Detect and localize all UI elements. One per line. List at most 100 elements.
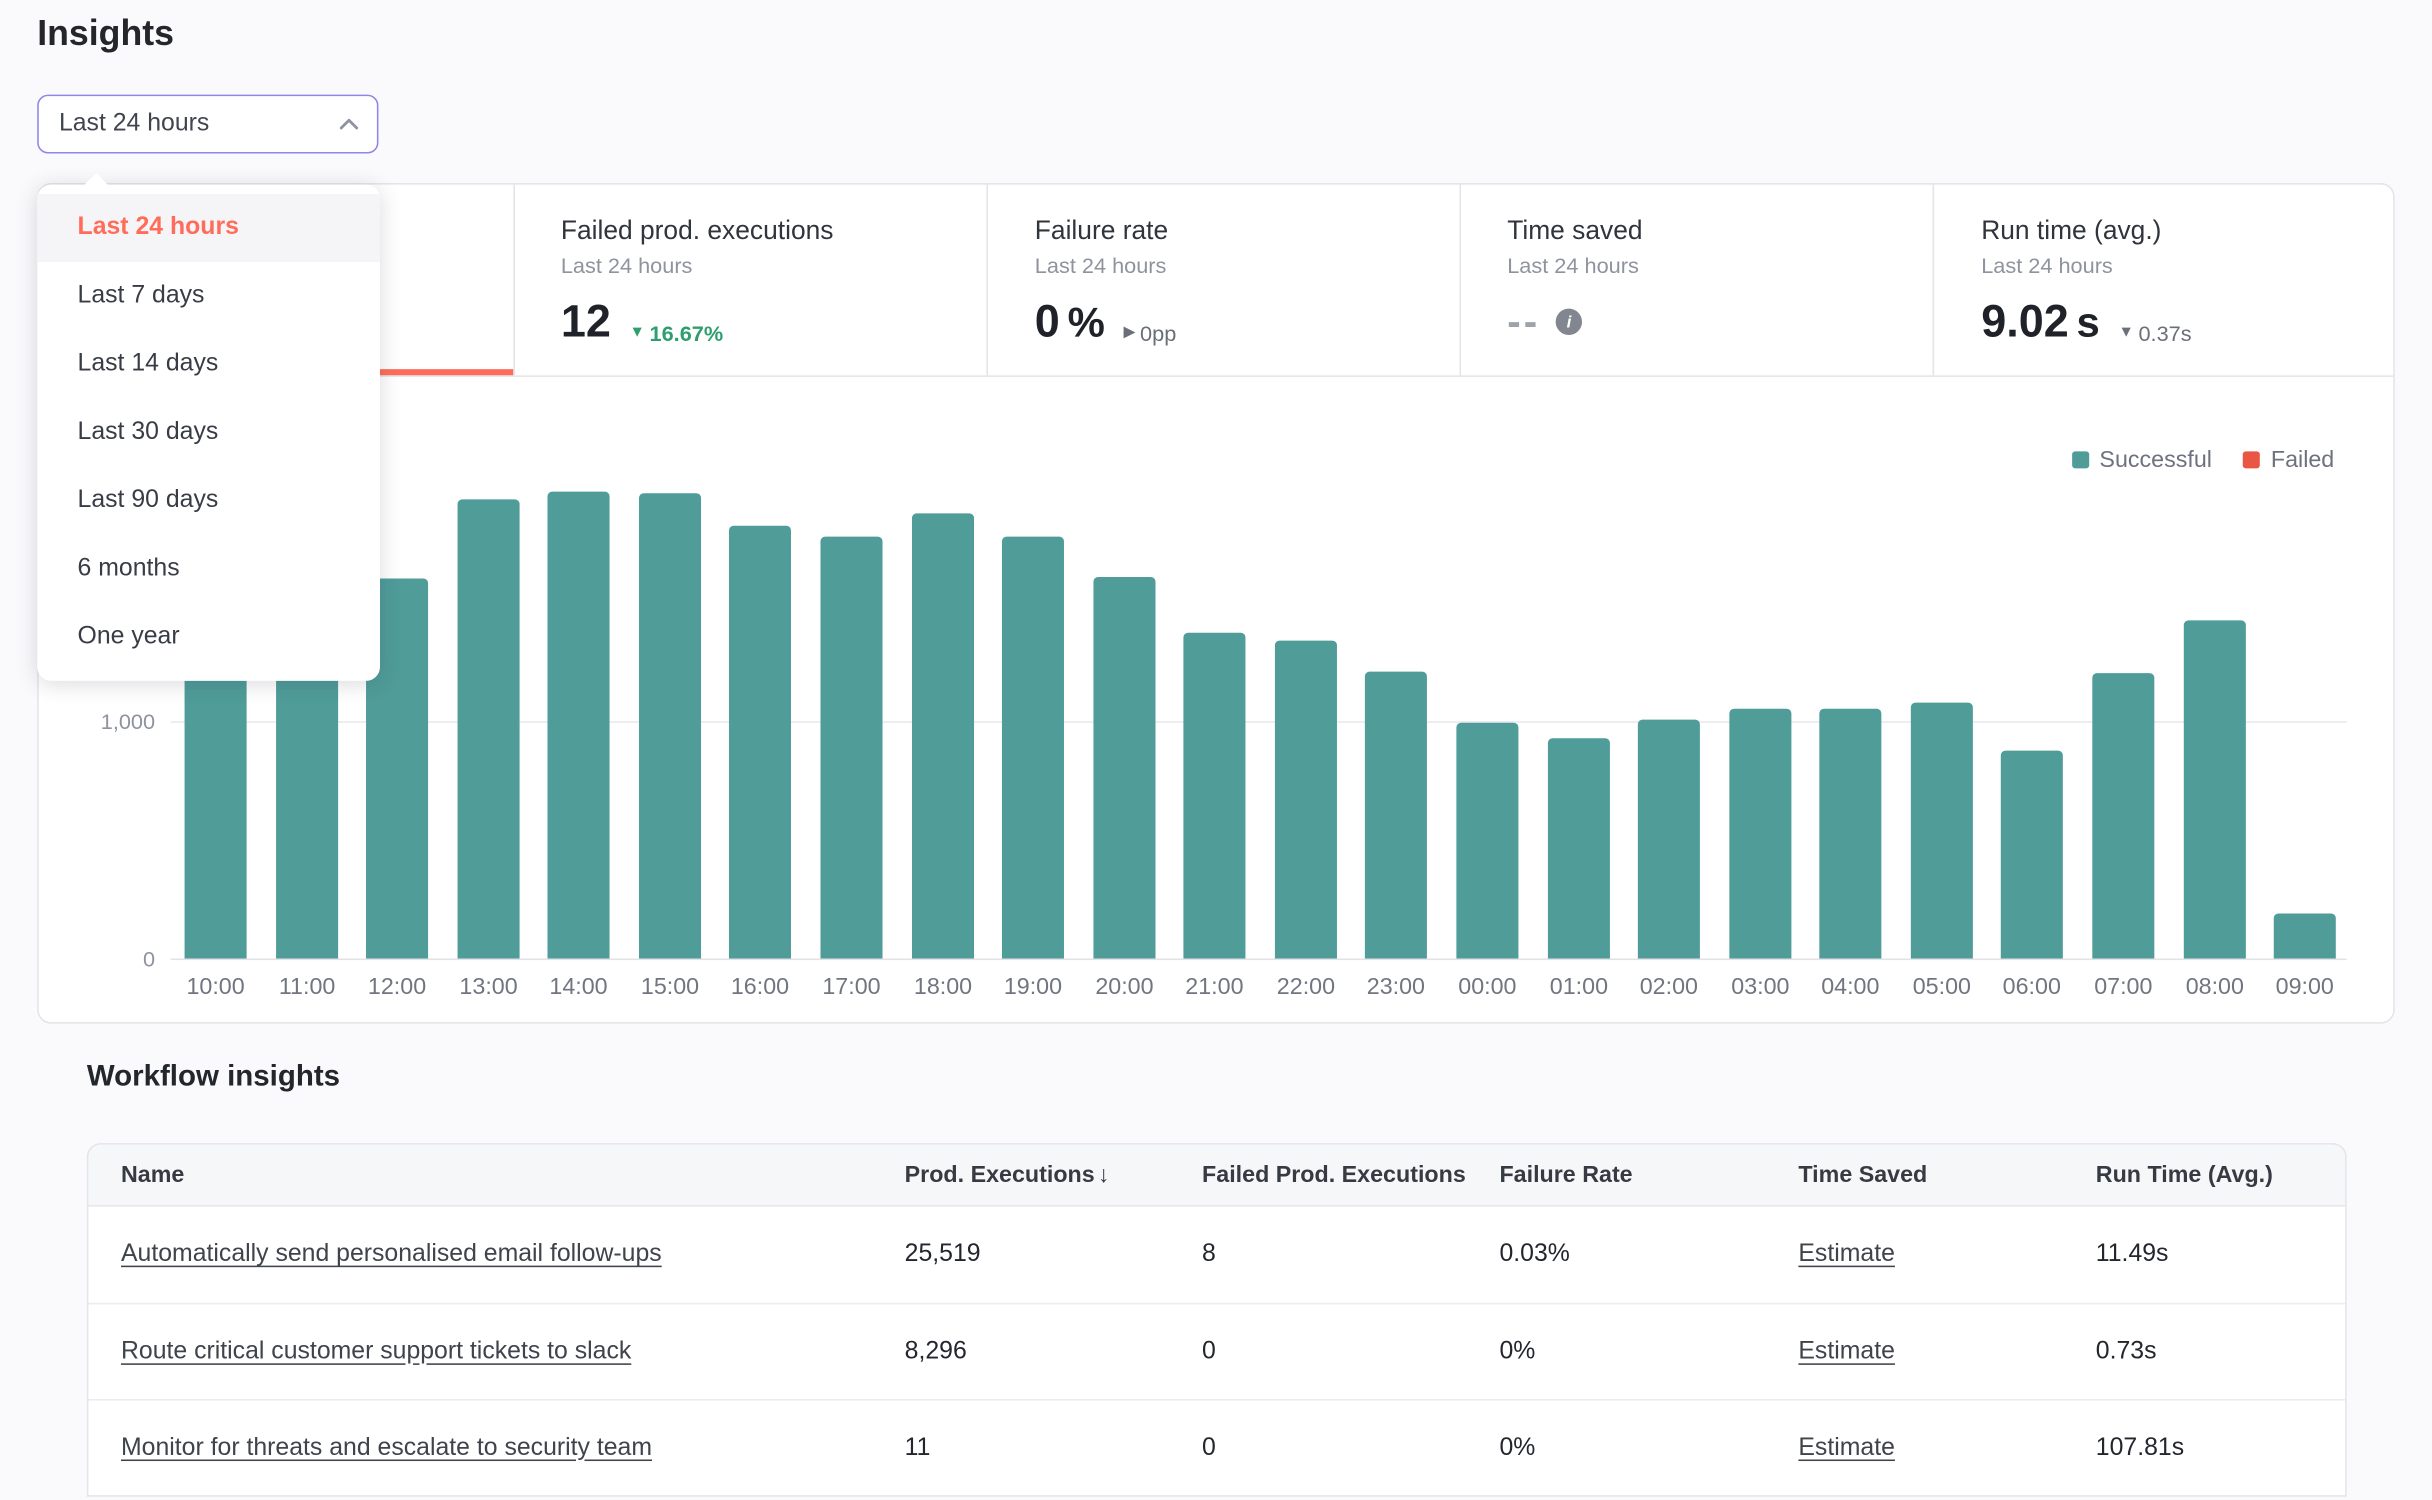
dropdown-option-last-24-hours[interactable]: Last 24 hours (37, 194, 380, 262)
prod-executions-value: 8,296 (872, 1338, 1169, 1366)
stat-title: Time saved (1507, 216, 1917, 247)
workflow-link[interactable]: Automatically send personalised email fo… (121, 1241, 662, 1267)
table-header-row: Name Prod. Executions↓ Failed Prod. Exec… (88, 1145, 2345, 1207)
chart-bar (912, 513, 974, 958)
chart-legend: Successful Failed (2072, 447, 2335, 473)
dropdown-option-last-14-days[interactable]: Last 14 days (37, 330, 380, 398)
chart-bar (458, 499, 520, 958)
x-axis-label: 17:00 (805, 974, 898, 1000)
workflow-link[interactable]: Route critical customer support tickets … (121, 1338, 631, 1364)
stat-value: -- (1507, 298, 1540, 346)
x-axis-label: 10:00 (169, 974, 262, 1000)
chart-bar (2184, 620, 2246, 958)
stat-value: 0 (1035, 298, 1060, 349)
estimate-link[interactable]: Estimate (1798, 1434, 1895, 1460)
successful-swatch-icon (2072, 451, 2089, 468)
stat-unit: s (2077, 299, 2100, 347)
x-axis-label: 20:00 (1078, 974, 1171, 1000)
stat-unit: % (1068, 299, 1105, 347)
stat-value: 9.02 (1981, 298, 2069, 349)
failure-rate-value: 0% (1467, 1434, 1766, 1462)
stat-value: 12 (561, 298, 611, 349)
stat-subtitle: Last 24 hours (1507, 253, 1917, 278)
failure-rate-value: 0.03% (1467, 1241, 1766, 1269)
stat-subtitle: Last 24 hours (1035, 253, 1444, 278)
failed-swatch-icon (2243, 451, 2260, 468)
prod-executions-value: 11 (872, 1434, 1169, 1462)
stat-title: Failure rate (1035, 216, 1444, 247)
x-axis-label: 21:00 (1168, 974, 1261, 1000)
stat-tab-run-time-avg[interactable]: Run time (avg.) Last 24 hours 9.02 s ▼0.… (1933, 185, 2393, 376)
chart-bar (729, 526, 791, 959)
legend-label: Successful (2099, 447, 2212, 473)
chart-bar (1093, 577, 1155, 959)
stat-subtitle: Last 24 hours (561, 253, 971, 278)
chart-bar (1456, 723, 1518, 959)
stat-tab-failure-rate[interactable]: Failure rate Last 24 hours 0 % ▶0pp (987, 185, 1459, 376)
column-header-name[interactable]: Name (88, 1162, 872, 1188)
stat-tab-time-saved[interactable]: Time saved Last 24 hours -- i (1459, 185, 1933, 376)
dropdown-option-last-30-days[interactable]: Last 30 days (37, 399, 380, 467)
triangle-down-icon: ▼ (2118, 326, 2133, 342)
legend-item-successful[interactable]: Successful (2072, 447, 2212, 473)
table-row: Automatically send personalised email fo… (88, 1207, 2345, 1303)
failed-prod-executions-value: 0 (1169, 1434, 1466, 1462)
time-filter-value: Last 24 hours (59, 110, 209, 138)
stat-title: Run time (avg.) (1981, 216, 2377, 247)
chart-bar (2274, 914, 2336, 959)
info-icon[interactable]: i (1556, 309, 1582, 335)
x-axis-label: 19:00 (986, 974, 1079, 1000)
chart-bar (1911, 703, 1973, 959)
stat-tab-failed-prod-executions[interactable]: Failed prod. executions Last 24 hours 12… (513, 185, 987, 376)
chart-bar (820, 537, 882, 959)
triangle-right-icon: ▶ (1123, 326, 1135, 342)
x-axis-label: 05:00 (1895, 974, 1988, 1000)
chart-bar (1365, 672, 1427, 959)
estimate-link[interactable]: Estimate (1798, 1241, 1895, 1267)
column-header-failed-prod-executions[interactable]: Failed Prod. Executions (1169, 1162, 1466, 1188)
x-axis-label: 15:00 (624, 974, 717, 1000)
chart-bar (185, 650, 247, 959)
stat-delta: ▼16.67% (629, 321, 723, 346)
table-row: Route critical customer support tickets … (88, 1303, 2345, 1399)
estimate-link[interactable]: Estimate (1798, 1338, 1895, 1364)
x-axis-label: 07:00 (2077, 974, 2170, 1000)
column-header-time-saved[interactable]: Time Saved (1766, 1162, 2063, 1188)
stat-subtitle: Last 24 hours (1981, 253, 2377, 278)
page-title: Insights (37, 12, 174, 54)
time-filter-select[interactable]: Last 24 hours (37, 95, 378, 154)
chart-bar (2092, 673, 2154, 958)
x-axis-label: 16:00 (713, 974, 806, 1000)
column-header-run-time-avg[interactable]: Run Time (Avg.) (2063, 1162, 2345, 1188)
workflow-insights-heading: Workflow insights (87, 1061, 340, 1095)
workflow-link[interactable]: Monitor for threats and escalate to secu… (121, 1434, 652, 1460)
workflow-insights-table: Name Prod. Executions↓ Failed Prod. Exec… (87, 1143, 2347, 1497)
x-axis-label: 03:00 (1714, 974, 1807, 1000)
chart-bar (548, 492, 610, 959)
time-filter-dropdown: Last 24 hours Last 7 days Last 14 days L… (37, 185, 380, 681)
stat-title: Failed prod. executions (561, 216, 971, 247)
stat-delta: ▼0.37s (2118, 321, 2191, 346)
chart-bar (2001, 751, 2063, 959)
x-axis-label: 09:00 (2258, 974, 2351, 1000)
dropdown-option-one-year[interactable]: One year (37, 603, 380, 671)
failed-prod-executions-value: 8 (1169, 1241, 1466, 1269)
x-axis-label: 23:00 (1349, 974, 1442, 1000)
x-axis-label: 11:00 (261, 974, 354, 1000)
dropdown-option-last-7-days[interactable]: Last 7 days (37, 262, 380, 330)
x-axis-label: 13:00 (442, 974, 535, 1000)
chart-bar (1183, 633, 1245, 959)
sort-descending-icon: ↓ (1098, 1162, 1110, 1188)
dropdown-option-6-months[interactable]: 6 months (37, 535, 380, 603)
stat-tabs-row: Failed prod. executions Last 24 hours 12… (39, 185, 2393, 377)
column-header-failure-rate[interactable]: Failure Rate (1467, 1162, 1766, 1188)
dropdown-option-last-90-days[interactable]: Last 90 days (37, 467, 380, 535)
table-row: Monitor for threats and escalate to secu… (88, 1399, 2345, 1495)
column-header-prod-executions[interactable]: Prod. Executions↓ (872, 1162, 1169, 1188)
legend-item-failed[interactable]: Failed (2243, 447, 2334, 473)
x-axis-label: 06:00 (1985, 974, 2078, 1000)
run-time-value: 107.81s (2063, 1434, 2345, 1462)
x-axis-label: 01:00 (1532, 974, 1625, 1000)
x-axis-label: 00:00 (1441, 974, 1534, 1000)
x-axis-label: 22:00 (1259, 974, 1352, 1000)
